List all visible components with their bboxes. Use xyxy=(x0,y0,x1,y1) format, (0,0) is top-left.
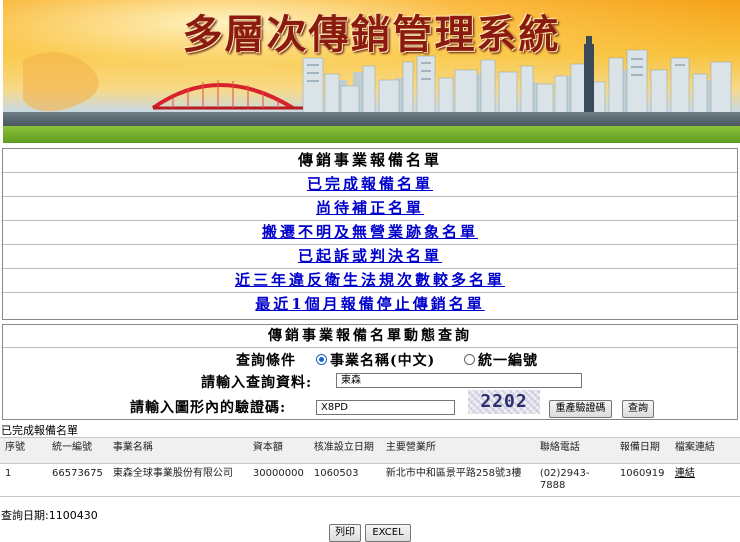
query-input[interactable]: 東森 xyxy=(336,373,582,388)
captcha-label: 請輸入圖形內的驗證碼: xyxy=(130,400,287,416)
col-file-link: 檔案連結 xyxy=(669,437,740,464)
col-tax-id: 統一編號 xyxy=(47,437,108,464)
cell-seq: 1 xyxy=(0,463,47,497)
cell-phone: (02)2943-7888 xyxy=(534,463,615,497)
file-link[interactable]: 連結 xyxy=(675,468,695,479)
col-phone: 聯絡電話 xyxy=(534,437,615,464)
link-stopped-list[interactable]: 最近1個月報備停止傳銷名單 xyxy=(255,295,484,313)
link-row-violations: 近三年違反衛生法規次數較多名單 xyxy=(3,269,737,293)
col-approved-date: 核准設立日期 xyxy=(308,437,381,464)
cell-approved-date: 1060503 xyxy=(308,463,381,497)
link-pending-list[interactable]: 尚待補正名單 xyxy=(316,199,424,217)
report-list-links: 傳銷事業報備名單 已完成報備名單 尚待補正名單 搬遷不明及無營業跡象名單 已起訴… xyxy=(2,148,738,320)
col-address: 主要營業所 xyxy=(380,437,535,464)
links-header: 傳銷事業報備名單 xyxy=(3,149,737,173)
link-row-completed: 已完成報備名單 xyxy=(3,173,737,197)
bridge-graphic xyxy=(151,80,303,110)
cell-address: 新北市中和區景平路258號3樓 xyxy=(380,463,535,497)
link-row-stopped: 最近1個月報備停止傳銷名單 xyxy=(3,293,737,317)
excel-button[interactable]: EXCEL xyxy=(365,524,411,542)
banner: 多層次傳銷管理系統 xyxy=(3,0,740,143)
page-title: 多層次傳銷管理系統 xyxy=(182,11,561,58)
link-row-prosecuted: 已起訴或判決名單 xyxy=(3,245,737,269)
query-date: 查詢日期:1100430 xyxy=(1,509,98,522)
cell-tax-id: 66573675 xyxy=(47,463,108,497)
radio-tax-id-label[interactable]: 統一編號 xyxy=(478,350,538,370)
captcha-image: 2202 xyxy=(468,390,540,414)
query-title: 傳銷事業報備名單動態查詢 xyxy=(3,325,737,348)
col-seq: 序號 xyxy=(0,437,47,464)
link-row-moved: 搬遷不明及無營業跡象名單 xyxy=(3,221,737,245)
cell-capital: 30000000 xyxy=(247,463,309,497)
col-name: 事業名稱 xyxy=(107,437,248,464)
link-violations-list[interactable]: 近三年違反衛生法規次數較多名單 xyxy=(235,271,505,289)
radio-company-name[interactable] xyxy=(316,354,327,365)
radio-tax-id[interactable] xyxy=(464,354,475,365)
cell-report-date: 1060919 xyxy=(614,463,670,497)
results-section-label: 已完成報備名單 xyxy=(1,424,78,437)
radio-company-name-label[interactable]: 事業名稱(中文) xyxy=(330,350,435,370)
link-moved-list[interactable]: 搬遷不明及無營業跡象名單 xyxy=(262,223,478,241)
regenerate-captcha-button[interactable]: 重產驗證碼 xyxy=(549,400,612,418)
captcha-input[interactable]: X8PD xyxy=(316,400,455,415)
link-completed-list[interactable]: 已完成報備名單 xyxy=(307,175,433,193)
table-header-row: 序號 統一編號 事業名稱 資本額 核准設立日期 主要營業所 聯絡電話 報備日期 … xyxy=(0,437,740,464)
table-row: 1 66573675 東森全球事業股份有限公司 30000000 1060503… xyxy=(0,463,740,497)
link-row-pending: 尚待補正名單 xyxy=(3,197,737,221)
search-button[interactable]: 查詢 xyxy=(622,400,654,418)
col-report-date: 報備日期 xyxy=(614,437,670,464)
cell-name: 東森全球事業股份有限公司 xyxy=(107,463,248,497)
query-input-label: 請輸入查詢資料: xyxy=(201,375,313,391)
results-table: 序號 統一編號 事業名稱 資本額 核准設立日期 主要營業所 聯絡電話 報備日期 … xyxy=(0,437,740,497)
banner-grass xyxy=(3,126,740,143)
link-prosecuted-list[interactable]: 已起訴或判決名單 xyxy=(298,247,442,265)
query-form: 傳銷事業報備名單動態查詢 查詢條件 事業名稱(中文) 統一編號 請輸入查詢資料:… xyxy=(2,324,738,420)
condition-label: 查詢條件 xyxy=(236,353,296,369)
cell-file-link: 連結 xyxy=(669,463,740,497)
col-capital: 資本額 xyxy=(247,437,309,464)
print-button[interactable]: 列印 xyxy=(329,524,361,542)
